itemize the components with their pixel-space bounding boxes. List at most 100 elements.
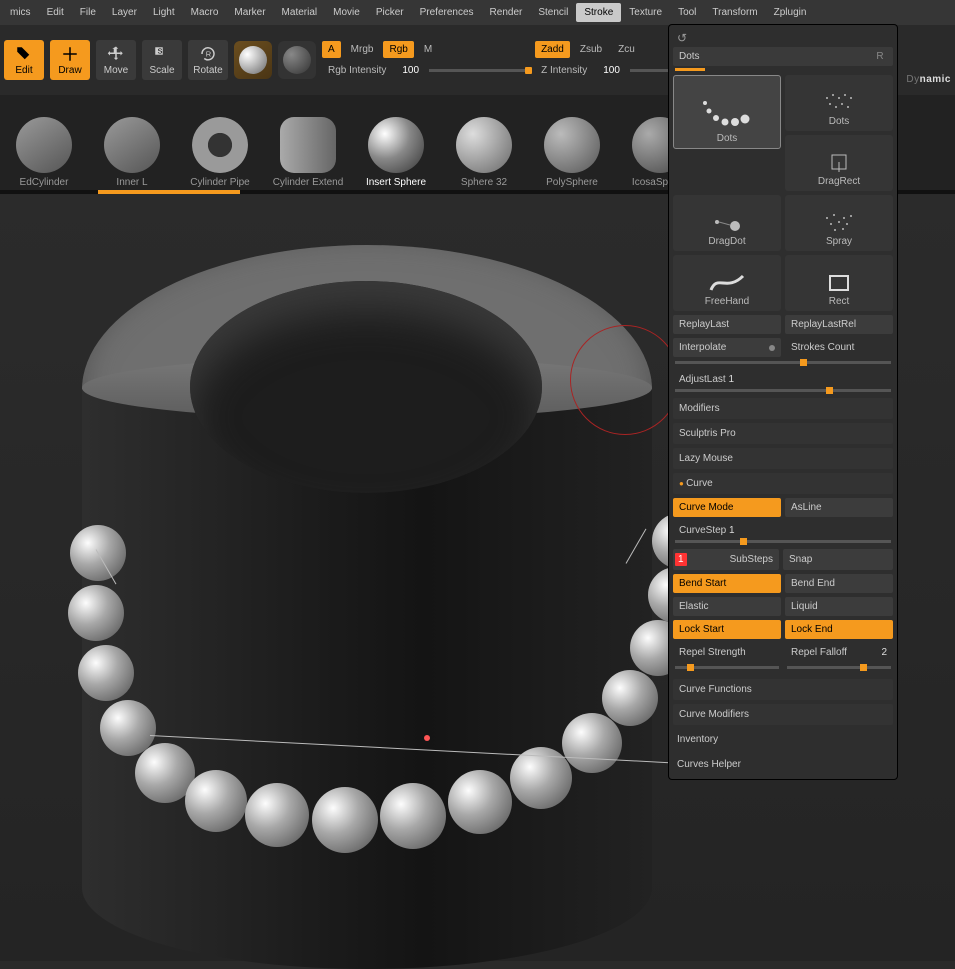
rotate-icon: R [199,45,217,63]
menu-item-10[interactable]: Preferences [412,3,482,22]
bead-icon [68,585,124,641]
adjustlast-slider-label: AdjustLast 1 [673,370,893,389]
stroke-mode-dots[interactable]: Dots [785,75,893,131]
menu-item-5[interactable]: Macro [183,3,227,22]
repelfalloff-label: Repel Falloff [791,647,847,658]
menu-item-9[interactable]: Picker [368,3,412,22]
rgb-button[interactable]: Rgb [383,41,413,58]
stroke-mode-spray[interactable]: Spray [785,195,893,251]
stroke-mode-dragdot[interactable]: DragDot [673,195,781,251]
menu-item-stroke[interactable]: Stroke [576,3,621,22]
stroke-mode-label: Spray [826,236,852,247]
repelfalloff-slider[interactable] [787,666,891,669]
stroke-mode-label: FreeHand [705,296,749,307]
rotate-button[interactable]: R Rotate [188,40,228,80]
adjustlast-slider[interactable] [675,389,891,392]
brush-item-insertsphere[interactable]: Insert Sphere [352,95,440,192]
menu-item-7[interactable]: Material [274,3,326,22]
curvestep-slider[interactable] [675,540,891,543]
curvemode-button[interactable]: Curve Mode [673,498,781,517]
dots-spray-icon [819,90,859,114]
curvefunctions-section[interactable]: Curve Functions [673,679,893,700]
bendstart-button[interactable]: Bend Start [673,574,781,593]
inventory-section[interactable]: Inventory [673,729,893,750]
curve-section[interactable]: Curve [673,473,893,494]
snap-button[interactable]: Snap [783,549,893,570]
liquid-button[interactable]: Liquid [785,597,893,616]
edit-icon [15,45,33,63]
stroke-name-header[interactable]: Dots R [673,47,893,66]
menu-item-4[interactable]: Light [145,3,183,22]
brush-item-sphere32[interactable]: Sphere 32 [440,95,528,192]
curvemodifiers-section[interactable]: Curve Modifiers [673,704,893,725]
brush-item-cylpipe[interactable]: Cylinder Pipe [176,95,264,192]
edit-label: Edit [15,65,32,76]
brush-item-innerl[interactable]: Inner L [88,95,176,192]
brush-item-edcylinder[interactable]: EdCylinder [0,95,88,192]
interpolate-button[interactable]: Interpolate [673,338,781,357]
menu-item-2[interactable]: File [72,3,104,22]
zadd-button[interactable]: Zadd [535,41,570,58]
bead-icon [602,670,658,726]
move-button[interactable]: Move [96,40,136,80]
sculptris-section[interactable]: Sculptris Pro [673,423,893,444]
material-preview-button[interactable] [234,41,272,79]
menu-item-15[interactable]: Tool [670,3,704,22]
repelstrength-slider[interactable] [675,666,779,669]
asline-button[interactable]: AsLine [785,498,893,517]
curvestep-label: CurveStep [679,525,726,536]
edit-button[interactable]: Edit [4,40,44,80]
history-icon[interactable]: ↺ [673,29,893,47]
zcut-button[interactable]: Zcu [612,41,641,58]
elastic-button[interactable]: Elastic [673,597,781,616]
menu-item-14[interactable]: Texture [621,3,670,22]
m-button[interactable]: M [418,41,438,58]
menu-item-0[interactable]: mics [2,3,39,22]
brush-cursor-icon [570,325,680,435]
repelfalloff-value: 2 [881,647,887,658]
z-intensity-value: 100 [597,62,626,79]
substeps-button[interactable]: 1 SubSteps [673,549,779,570]
rect-icon [824,272,854,294]
brush-item-cylext[interactable]: Cylinder Extend [264,95,352,192]
top-menu-bar: mics Edit File Layer Light Macro Marker … [0,0,955,25]
menu-item-6[interactable]: Marker [226,3,273,22]
brush-item-polysphere[interactable]: PolySphere [528,95,616,192]
curvestep-row: CurveStep 1 [673,521,893,540]
menu-item-17[interactable]: Zplugin [766,3,815,22]
bendend-button[interactable]: Bend End [785,574,893,593]
lockend-button[interactable]: Lock End [785,620,893,639]
menu-item-11[interactable]: Render [482,3,531,22]
brush-label: Inner L [116,177,147,188]
svg-text:R: R [206,49,212,58]
stroke-mode-freehand[interactable]: FreeHand [673,255,781,311]
a-button[interactable]: A [322,41,341,58]
menu-item-8[interactable]: Movie [325,3,368,22]
menu-item-3[interactable]: Layer [104,3,145,22]
lazymouse-section[interactable]: Lazy Mouse [673,448,893,469]
reset-button[interactable]: R [873,51,887,62]
menu-item-16[interactable]: Transform [704,3,765,22]
rgb-intensity-slider[interactable] [429,69,529,72]
mrgb-button[interactable]: Mrgb [345,41,380,58]
stroke-mode-dragrect[interactable]: DragRect [785,135,893,191]
draw-button[interactable]: Draw [50,40,90,80]
material-preview-button-2[interactable] [278,41,316,79]
bead-icon [245,783,309,847]
brush-label: PolySphere [546,177,598,188]
replaylast-button[interactable]: ReplayLast [673,315,781,334]
menu-item-1[interactable]: Edit [39,3,72,22]
bead-icon [380,783,446,849]
modifiers-section[interactable]: Modifiers [673,398,893,419]
stroke-mode-rect[interactable]: Rect [785,255,893,311]
svg-text:S: S [158,46,163,55]
cylinder-hole-icon [190,281,542,493]
menu-item-12[interactable]: Stencil [530,3,576,22]
lockstart-button[interactable]: Lock Start [673,620,781,639]
strokes-count-slider[interactable] [675,361,891,364]
zsub-button[interactable]: Zsub [574,41,608,58]
replaylastrel-button[interactable]: ReplayLastRel [785,315,893,334]
curveshelper-section[interactable]: Curves Helper [673,754,893,775]
scale-button[interactable]: S Scale [142,40,182,80]
stroke-mode-dots-big[interactable]: Dots [673,75,781,149]
